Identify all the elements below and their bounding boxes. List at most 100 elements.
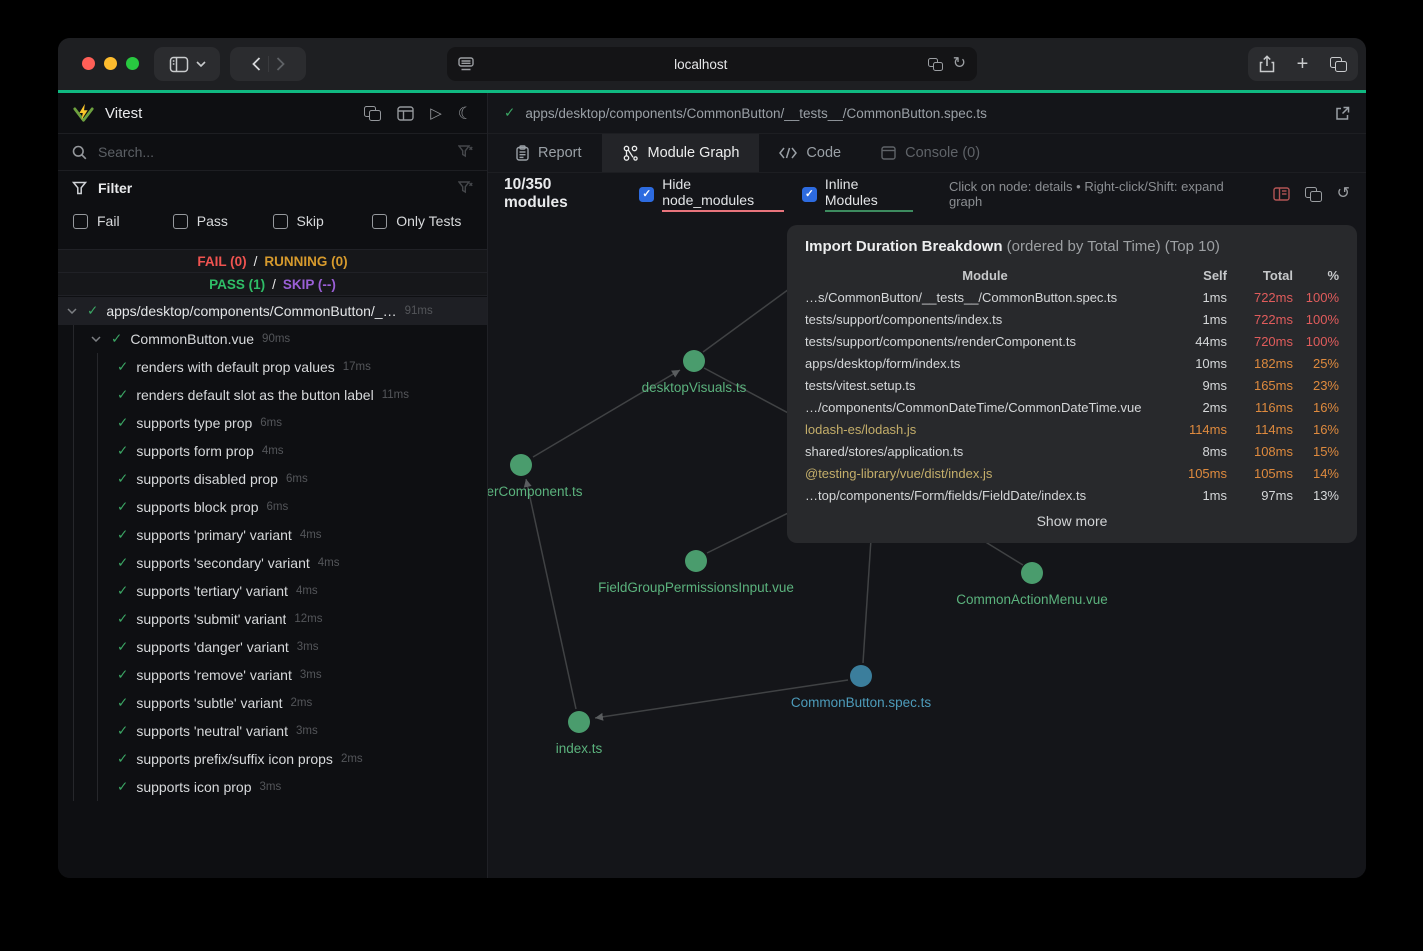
module-name[interactable]: @testing-library/vue/dist/index.js [805,466,1165,481]
import-row[interactable]: …s/CommonButton/__tests__/CommonButton.s… [805,286,1339,308]
import-row[interactable]: tests/support/components/index.ts 1ms 72… [805,308,1339,330]
module-node-label-desktopVisuals[interactable]: desktopVisuals.ts [642,380,747,395]
module-name[interactable]: tests/vitest.setup.ts [805,378,1165,393]
inline-modules-checkbox[interactable]: ✓ Inline Modules [802,176,913,212]
import-row[interactable]: apps/desktop/form/index.ts 10ms 182ms 25… [805,352,1339,374]
test-case-row[interactable]: ✓ supports 'neutral' variant 3ms [58,717,487,745]
reader-icon[interactable] [458,57,474,71]
module-name[interactable]: shared/stores/application.ts [805,444,1165,459]
test-case-row[interactable]: ✓ renders with default prop values 17ms [58,353,487,381]
search-bar[interactable]: Search... [58,134,487,171]
module-name[interactable]: lodash-es/lodash.js [805,422,1165,437]
module-node-CommonButtonSpec[interactable] [850,665,872,687]
import-row[interactable]: tests/support/components/renderComponent… [805,330,1339,352]
test-case-row[interactable]: ✓ supports 'secondary' variant 4ms [58,549,487,577]
checkbox-unchecked[interactable] [273,214,288,229]
module-node-label-renderComponent[interactable]: renderComponent.ts [488,484,583,499]
module-node-CommonActionMenu[interactable] [1021,562,1043,584]
minimize-window-button[interactable] [104,57,117,70]
import-row[interactable]: tests/vitest.setup.ts 9ms 165ms 23% [805,374,1339,396]
import-row[interactable]: shared/stores/application.ts 8ms 108ms 1… [805,440,1339,462]
module-node-desktopVisuals[interactable] [683,350,705,372]
chevron-down-icon[interactable] [91,336,103,342]
copy-graph-icon[interactable] [1305,187,1322,202]
test-case-row[interactable]: ✓ supports icon prop 3ms [58,773,487,801]
forward-button[interactable] [276,57,285,71]
test-case-row[interactable]: ✓ supports 'subtle' variant 2ms [58,689,487,717]
checkbox-checked[interactable]: ✓ [639,187,654,202]
open-external-icon[interactable] [1335,106,1350,121]
test-case-row[interactable]: ✓ supports 'submit' variant 12ms [58,605,487,633]
page-options-icon[interactable] [928,58,943,71]
share-icon[interactable] [1259,55,1275,73]
theme-toggle-icon[interactable]: ☾ [458,105,473,122]
checkbox-unchecked[interactable] [73,214,88,229]
chevron-down-icon[interactable] [67,308,79,314]
tab-overview-icon[interactable] [1330,57,1347,72]
back-button[interactable] [252,57,261,71]
tab-console[interactable]: Console (0) [861,134,1000,172]
module-name[interactable]: …top/components/Form/fields/FieldDate/in… [805,488,1165,503]
tab-bar: Report Module Graph Code [488,134,1366,173]
module-node-label-FieldGroupPermissionsInput[interactable]: FieldGroupPermissionsInput.vue [598,580,794,595]
module-node-label-CommonButtonSpec[interactable]: CommonButton.spec.ts [791,695,932,710]
import-row[interactable]: …/components/CommonDateTime/CommonDateTi… [805,396,1339,418]
node-details-icon[interactable] [1273,187,1290,201]
test-case-label: supports block prop [136,499,258,515]
test-case-row[interactable]: ✓ supports form prop 4ms [58,437,487,465]
test-case-row[interactable]: ✓ supports 'primary' variant 4ms [58,521,487,549]
close-window-button[interactable] [82,57,95,70]
checkbox-unchecked[interactable] [173,214,188,229]
address-bar[interactable]: localhost ↻ [447,47,977,81]
import-row[interactable]: lodash-es/lodash.js 114ms 114ms 16% [805,418,1339,440]
module-node-label-index[interactable]: index.ts [556,741,603,756]
test-case-row[interactable]: ✓ renders default slot as the button lab… [58,381,487,409]
module-node-label-CommonActionMenu[interactable]: CommonActionMenu.vue [956,592,1108,607]
tab-report[interactable]: Report [496,134,602,172]
address-text[interactable]: localhost [474,57,928,72]
module-name[interactable]: apps/desktop/form/index.ts [805,356,1165,371]
test-case-row[interactable]: ✓ supports 'remove' variant 3ms [58,661,487,689]
checkbox-unchecked[interactable] [372,214,387,229]
collapse-all-icon[interactable] [364,106,381,121]
run-all-icon[interactable]: ▷ [430,106,442,121]
module-node-index[interactable] [568,711,590,733]
new-tab-icon[interactable]: + [1297,54,1309,74]
test-case-row[interactable]: ✓ supports type prop 6ms [58,409,487,437]
tab-code[interactable]: Code [759,134,861,172]
reset-graph-icon[interactable]: ↺ [1337,186,1350,202]
test-case-row[interactable]: ✓ supports block prop 6ms [58,493,487,521]
test-case-row[interactable]: ✓ supports prefix/suffix icon props 2ms [58,745,487,773]
sidebar-toggle-button[interactable] [154,47,220,81]
module-name[interactable]: …/components/CommonDateTime/CommonDateTi… [805,400,1165,415]
test-case-row[interactable]: ✓ supports 'danger' variant 3ms [58,633,487,661]
test-case-row[interactable]: ✓ supports disabled prop 6ms [58,465,487,493]
module-node-renderComponent[interactable] [510,454,532,476]
pass-check-icon: ✓ [117,751,128,767]
module-name[interactable]: tests/support/components/index.ts [805,312,1165,327]
tab-module-graph[interactable]: Module Graph [602,134,760,172]
hide-node-modules-checkbox[interactable]: ✓ Hide node_modules [639,176,784,212]
clear-filter-icon[interactable] [458,181,473,195]
filter-option[interactable]: Pass [173,213,273,229]
checkbox-checked[interactable]: ✓ [802,187,817,202]
import-row[interactable]: @testing-library/vue/dist/index.js 105ms… [805,462,1339,484]
reload-icon[interactable]: ↻ [953,56,966,72]
test-file-row[interactable]: ✓ apps/desktop/components/CommonButton/_… [58,297,487,325]
module-name[interactable]: tests/support/components/renderComponent… [805,334,1165,349]
search-input[interactable]: Search... [98,144,447,160]
module-name[interactable]: …s/CommonButton/__tests__/CommonButton.s… [805,290,1165,305]
show-more-button[interactable]: Show more [805,513,1339,529]
filter-option[interactable]: Skip [273,213,373,229]
import-row[interactable]: …top/components/Form/fields/FieldDate/in… [805,484,1339,506]
clear-search-filter-icon[interactable] [458,145,473,159]
module-graph-icon [622,145,639,162]
dashboard-icon[interactable] [397,106,414,121]
test-case-row[interactable]: ✓ supports 'tertiary' variant 4ms [58,577,487,605]
filter-option[interactable]: Only Tests [372,213,472,229]
module-node-FieldGroupPermissionsInput[interactable] [685,550,707,572]
module-graph-canvas[interactable]: desktopVisuals.ts renderComponent.ts Field… [488,215,1366,878]
test-suite-row[interactable]: ✓ CommonButton.vue 90ms [58,325,487,353]
filter-option[interactable]: Fail [73,213,173,229]
zoom-window-button[interactable] [126,57,139,70]
